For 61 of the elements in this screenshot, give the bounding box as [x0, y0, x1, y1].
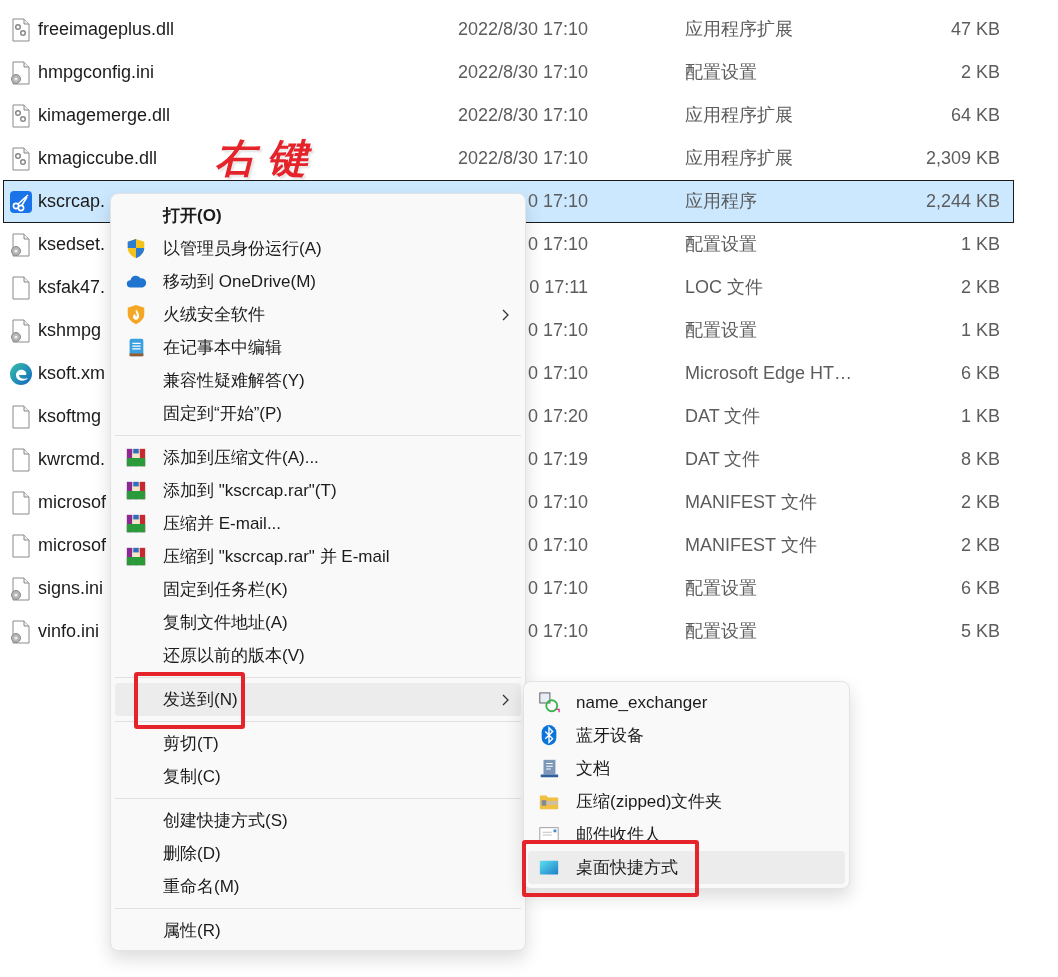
file-type: 应用程序扩展	[685, 104, 794, 127]
file-type: Microsoft Edge HT…	[685, 362, 854, 385]
file-size: 5 KB	[959, 620, 1000, 643]
file-name: vinfo.ini	[38, 621, 100, 641]
file-type: 应用程序扩展	[685, 147, 794, 170]
file-name: freeimageplus.dll	[38, 19, 175, 39]
file-date: 2022/8/30 17:10	[456, 104, 588, 127]
file-name: ksoft.xm	[38, 363, 105, 383]
file-size: 1 KB	[959, 319, 1000, 342]
annotation-text: 右键	[215, 138, 319, 178]
file-date: 2022/8/30 17:10	[456, 18, 588, 41]
file-date: 0 17:10	[526, 534, 588, 557]
file-date: 0 17:10	[526, 319, 588, 342]
file-type: 应用程序	[685, 190, 758, 213]
file-type: 应用程序扩展	[685, 18, 794, 41]
file-type: LOC 文件	[685, 276, 764, 299]
file-name: hmpgconfig.ini	[38, 62, 155, 82]
file-date: 0 17:19	[526, 448, 588, 471]
file-size: 2 KB	[959, 534, 1000, 557]
file-date: 2022/8/30 17:10	[456, 147, 588, 170]
file-size: 6 KB	[959, 577, 1000, 600]
file-date: 0 17:10	[526, 620, 588, 643]
file-date: 0 17:10	[526, 577, 588, 600]
file-name: ksedset.	[38, 234, 106, 254]
file-date: 0 17:10	[526, 233, 588, 256]
file-size: 2,244 KB	[924, 190, 1000, 213]
file-size: 6 KB	[959, 362, 1000, 385]
file-type: DAT 文件	[685, 405, 762, 428]
file-date: 0 17:20	[526, 405, 588, 428]
file-size: 1 KB	[959, 405, 1000, 428]
file-type: 配置设置	[685, 319, 758, 342]
file-size: 1 KB	[959, 233, 1000, 256]
file-name: kscrcap.	[38, 191, 106, 211]
file-size: 8 KB	[959, 448, 1000, 471]
file-name: ksfak47.	[38, 277, 106, 297]
file-size: 2 KB	[959, 276, 1000, 299]
file-type: MANIFEST 文件	[685, 491, 818, 514]
file-date: 2022/8/30 17:10	[456, 61, 588, 84]
file-type: DAT 文件	[685, 448, 762, 471]
file-name: kwrcmd.	[38, 449, 105, 469]
file-name: kimagemerge.dll	[38, 105, 171, 125]
file-type: MANIFEST 文件	[685, 534, 818, 557]
file-date: 0 17:10	[526, 362, 588, 385]
file-size: 2,309 KB	[924, 147, 1000, 170]
file-type: 配置设置	[685, 233, 758, 256]
file-type: 配置设置	[685, 620, 758, 643]
file-name: kshmpg	[38, 320, 102, 340]
file-size: 47 KB	[949, 18, 1000, 41]
file-name: microsof	[38, 492, 106, 512]
file-date: 0 17:10	[526, 190, 588, 213]
file-size: 64 KB	[949, 104, 1000, 127]
file-date: 0 17:11	[528, 276, 588, 299]
file-type: 配置设置	[685, 577, 758, 600]
file-name: signs.ini	[38, 578, 104, 598]
file-name: ksoftmg	[38, 406, 102, 426]
file-name: microsof	[38, 535, 106, 555]
file-name: kmagiccube.dll	[38, 148, 158, 168]
file-date: 0 17:10	[526, 491, 588, 514]
file-type: 配置设置	[685, 61, 758, 84]
file-size: 2 KB	[959, 61, 1000, 84]
file-size: 2 KB	[959, 491, 1000, 514]
